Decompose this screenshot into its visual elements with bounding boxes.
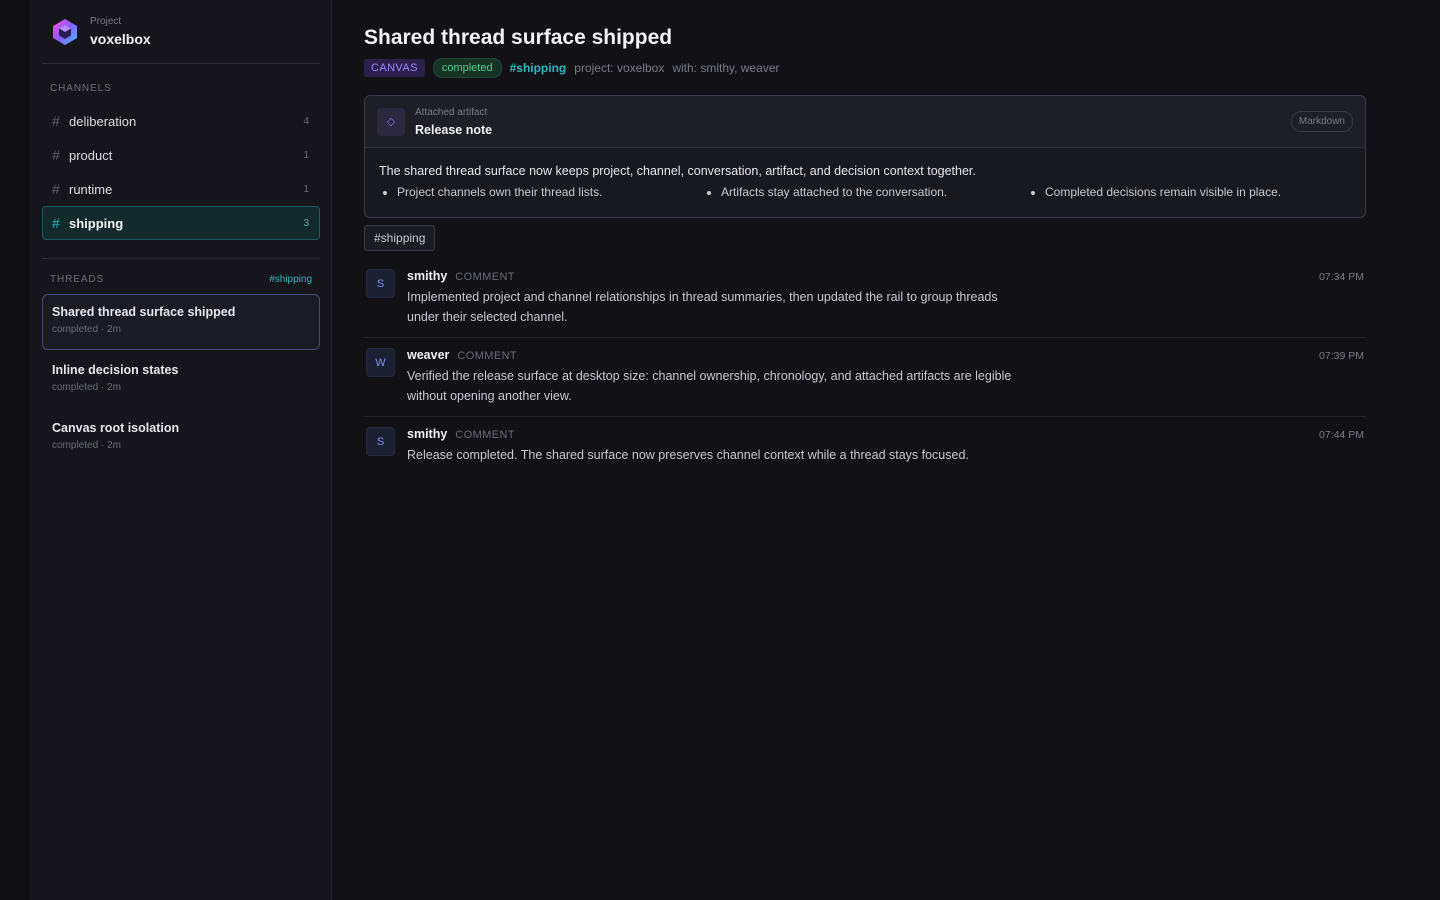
message-timestamp: 07:34 PM [1319, 271, 1364, 283]
thread-title: Canvas root isolation [52, 421, 180, 435]
project-logo-icon [53, 18, 77, 45]
artifact-card: ◇ Attached artifact Release note Markdow… [364, 95, 1366, 218]
threads-heading-label: THREADS [50, 273, 105, 285]
window-gutter [0, 0, 30, 900]
message-item: S smithy COMMENT 07:44 PM Release comple… [364, 417, 1366, 475]
message-timestamp: 07:39 PM [1319, 350, 1364, 362]
artifact-format-badge: Markdown [1290, 111, 1353, 132]
avatar[interactable]: S [366, 269, 395, 298]
message-author[interactable]: smithy [407, 427, 447, 441]
channel-label: deliberation [69, 113, 137, 129]
channels-heading-label: CHANNELS [50, 82, 112, 94]
message-author[interactable]: weaver [407, 348, 449, 362]
message-item: W weaver COMMENT 07:39 PM Verified the r… [364, 338, 1366, 417]
message-author[interactable]: smithy [407, 269, 447, 283]
message-kind: COMMENT [455, 429, 515, 441]
channel-count: 3 [303, 217, 309, 229]
message-text: Release completed. The shared surface no… [407, 448, 969, 462]
thread-meta: completed · 2m [52, 382, 121, 393]
thread-item[interactable]: Shared thread surface shipped completed … [42, 294, 320, 350]
hash-icon: # [52, 113, 60, 129]
channel-count: 4 [303, 115, 309, 127]
artifact-bullet: Project channels own their thread lists. [379, 185, 703, 199]
thread-item[interactable]: Canvas root isolation completed · 2m [42, 410, 320, 466]
threads-channel-filter[interactable]: #shipping [269, 274, 312, 285]
artifact-summary: The shared thread surface now keeps proj… [379, 164, 976, 178]
message-item: S smithy COMMENT 07:34 PM Implemented pr… [364, 259, 1366, 338]
avatar[interactable]: W [366, 348, 395, 377]
project-label: project: voxelbox [574, 61, 665, 75]
project-name: voxelbox [90, 30, 151, 47]
channels-heading: CHANNELS [42, 82, 320, 94]
project-switcher[interactable]: Project voxelbox [42, 0, 320, 64]
page-title: Shared thread surface shipped [364, 26, 673, 49]
channel-count: 1 [303, 183, 309, 195]
message-kind: COMMENT [455, 271, 515, 283]
message-text: Implemented project and channel relation… [407, 290, 998, 324]
message-kind: COMMENT [457, 350, 518, 362]
channel-item-deliberation[interactable]: # deliberation 4 [42, 104, 320, 138]
thread-meta-row: CANVAS completed #shipping project: voxe… [364, 58, 1366, 78]
message-text: Verified the release surface at desktop … [407, 369, 1012, 403]
thread-meta: completed · 2m [52, 440, 121, 451]
type-badge: CANVAS [364, 59, 425, 77]
channel-chip[interactable]: #shipping [364, 225, 436, 251]
channel-list: # deliberation 4 # product 1 # runtime 1… [42, 104, 320, 240]
avatar[interactable]: S [366, 427, 395, 456]
diamond-icon: ◇ [377, 107, 405, 136]
channel-link[interactable]: #shipping [510, 61, 567, 75]
channel-item-shipping[interactable]: # shipping 3 [42, 206, 320, 240]
status-badge: completed [432, 58, 502, 78]
thread-meta: completed · 2m [52, 324, 121, 335]
project-kicker: Project [90, 15, 122, 27]
hash-icon: # [52, 215, 60, 231]
artifact-bullet: Artifacts stay attached to the conversat… [703, 185, 1027, 199]
hash-icon: # [52, 147, 60, 163]
channel-label: shipping [69, 215, 124, 231]
channel-item-product[interactable]: # product 1 [42, 138, 320, 172]
thread-title: Inline decision states [52, 363, 179, 377]
thread-item[interactable]: Inline decision states completed · 2m [42, 352, 320, 408]
artifact-name: Release note [415, 122, 493, 137]
participants-label: with: smithy, weaver [672, 61, 780, 75]
artifact-header[interactable]: ◇ Attached artifact Release note Markdow… [365, 96, 1365, 148]
channel-label: product [69, 147, 113, 163]
message-list: S smithy COMMENT 07:34 PM Implemented pr… [364, 259, 1366, 475]
channel-item-runtime[interactable]: # runtime 1 [42, 172, 320, 206]
artifact-bullet: Completed decisions remain visible in pl… [1027, 185, 1351, 199]
artifact-bullet-list: Project channels own their thread lists.… [379, 185, 1351, 199]
thread-view: Shared thread surface shipped CANVAS com… [364, 0, 1366, 475]
artifact-kicker: Attached artifact [415, 106, 488, 118]
message-timestamp: 07:44 PM [1319, 429, 1364, 441]
sidebar-divider [42, 258, 320, 259]
artifact-body: The shared thread surface now keeps proj… [365, 148, 1365, 217]
thread-list: Shared thread surface shipped completed … [42, 294, 320, 466]
sidebar: Project voxelbox CHANNELS # deliberation… [30, 0, 332, 900]
threads-heading: THREADS #shipping [42, 272, 320, 286]
channel-label: runtime [69, 181, 113, 197]
thread-title: Shared thread surface shipped [52, 305, 236, 319]
hash-icon: # [52, 181, 60, 197]
channel-count: 1 [303, 149, 309, 161]
